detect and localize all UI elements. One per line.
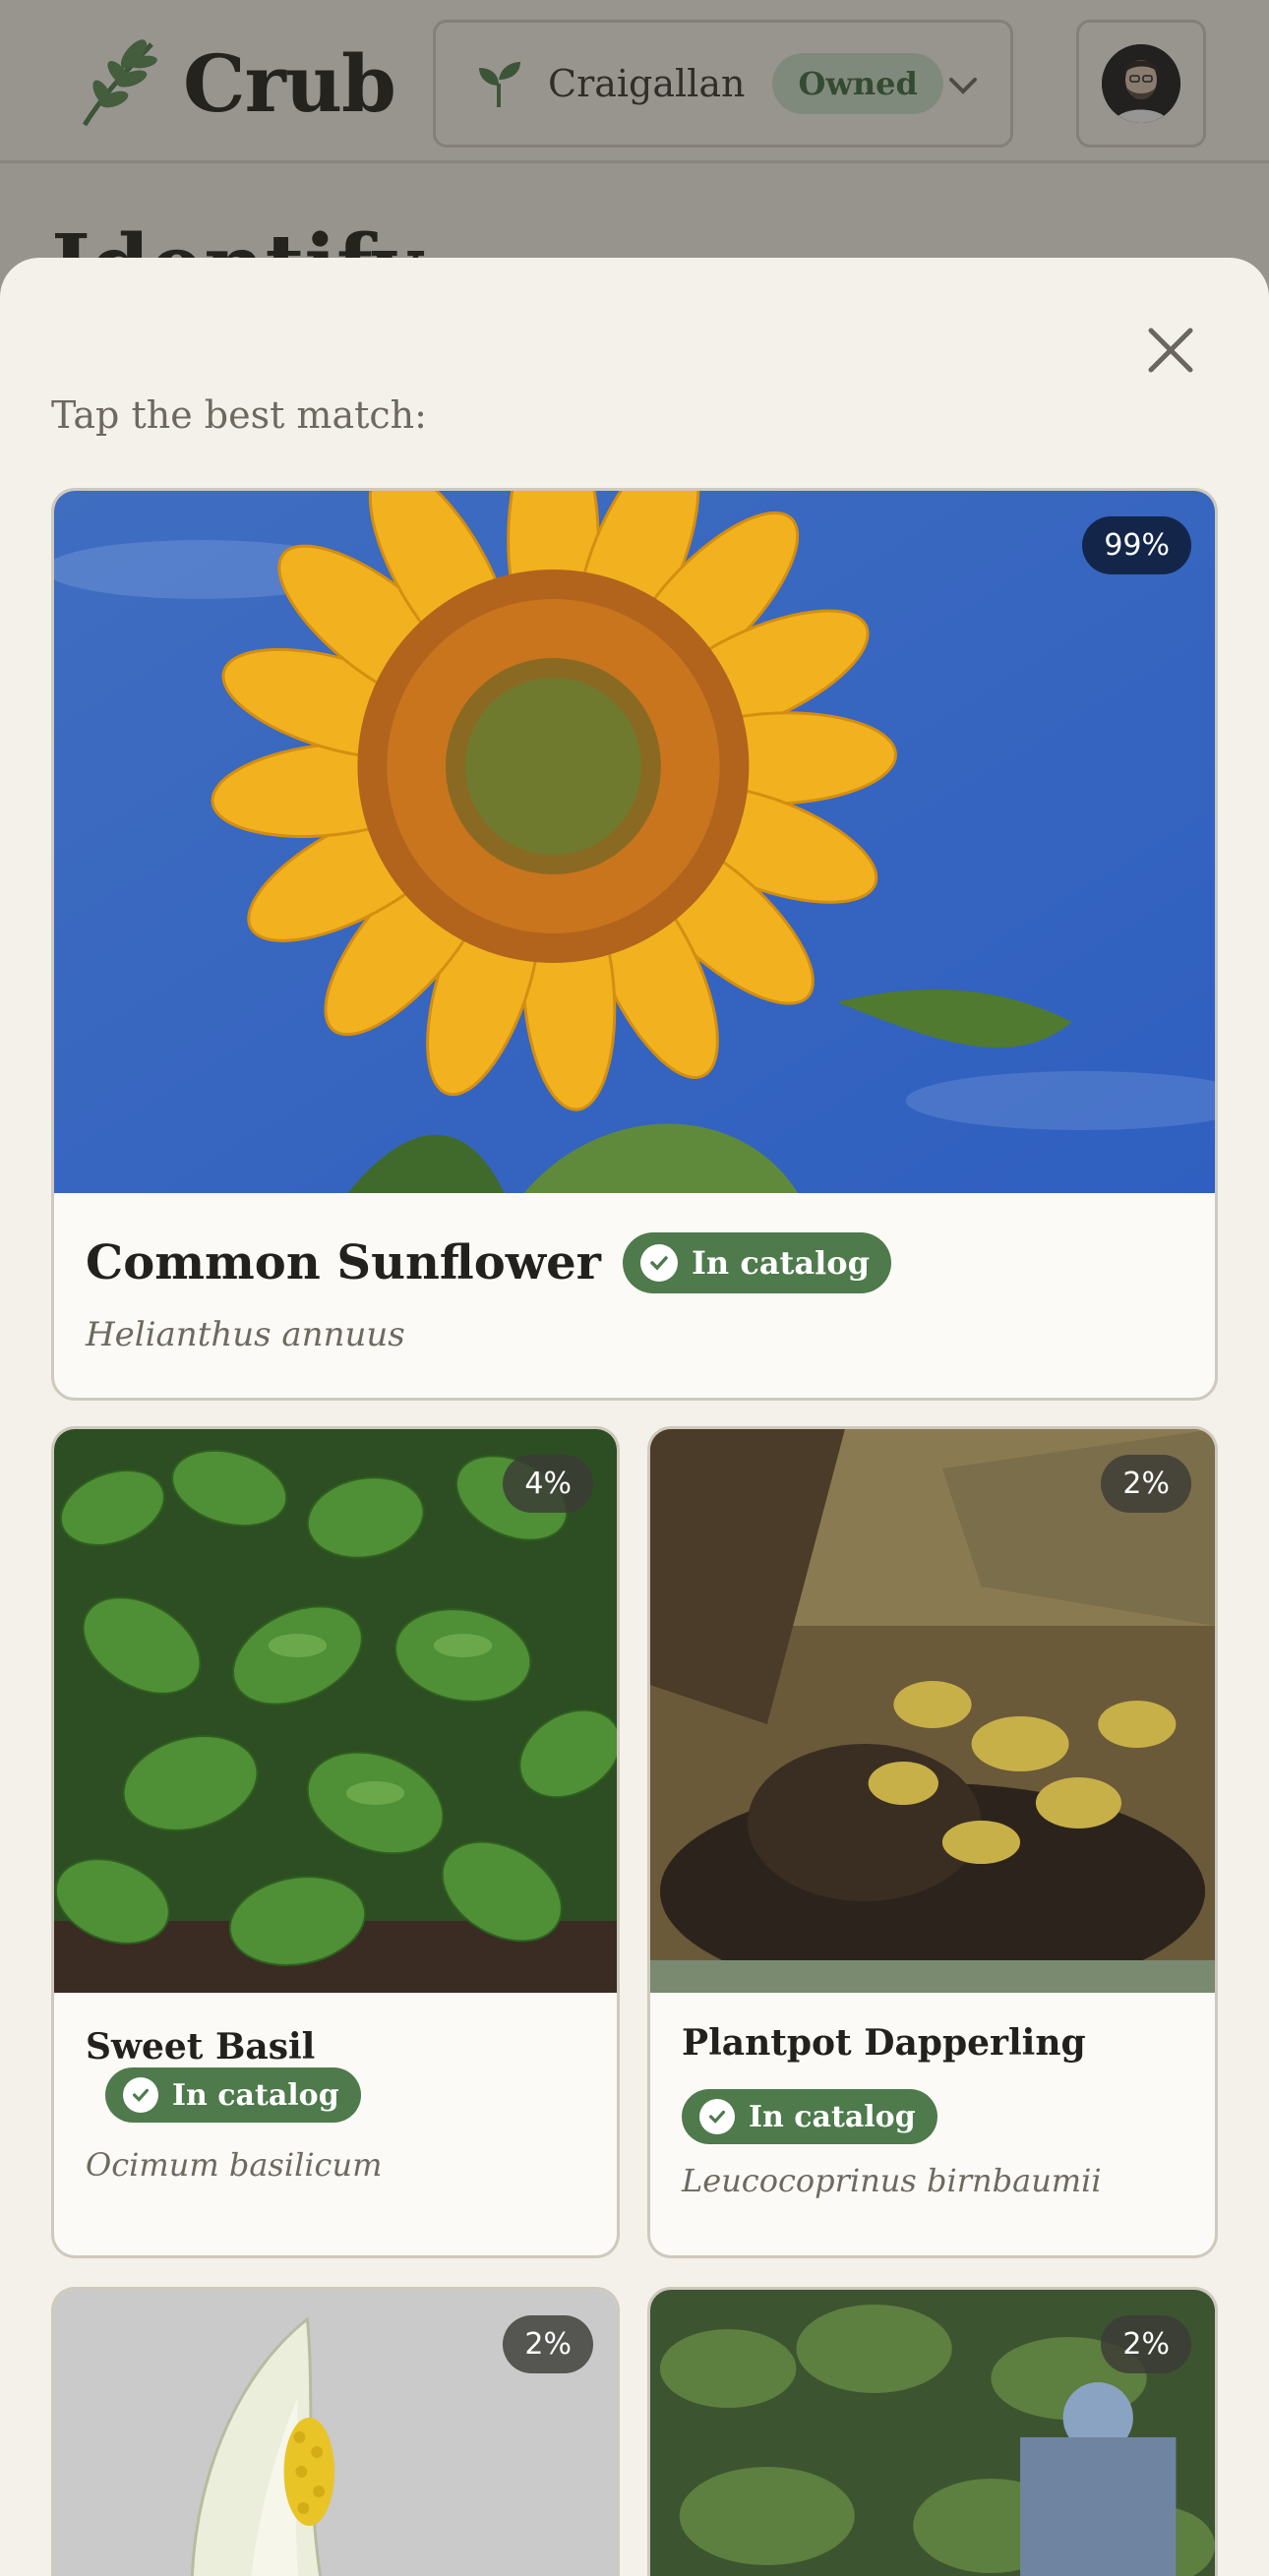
match-card[interactable]: 2% xyxy=(647,2287,1218,2576)
plant-name: Common Sunflower xyxy=(86,1235,601,1290)
catalog-label: In catalog xyxy=(749,2099,916,2134)
match-card-details[interactable]: Plantpot Dapperling In catalog Leucocoprin… xyxy=(647,1993,1218,2258)
in-catalog-badge: In catalog xyxy=(105,2067,361,2123)
scientific-name: Ocimum basilicum xyxy=(86,2146,383,2184)
confidence-badge: 2% xyxy=(1101,2315,1191,2373)
match-card[interactable]: 4% xyxy=(51,1426,620,1995)
match-card-top[interactable]: 99% Common Sunflower In catalog Helianth… xyxy=(51,488,1218,1401)
confidence-badge: 2% xyxy=(1101,1455,1191,1513)
check-circle-icon xyxy=(699,2099,735,2134)
potted-plant-photo: 2% xyxy=(650,2290,1215,2576)
catalog-label: In catalog xyxy=(691,1244,870,1282)
catalog-label: In catalog xyxy=(172,2077,339,2113)
check-circle-icon xyxy=(123,2077,158,2113)
confidence-badge: 99% xyxy=(1082,516,1191,574)
basil-photo: 4% xyxy=(54,1429,617,1995)
scientific-name: Helianthus annuus xyxy=(86,1315,405,1354)
close-icon[interactable] xyxy=(1143,323,1198,378)
match-card[interactable]: 2% xyxy=(51,2287,620,2576)
in-catalog-badge: In catalog xyxy=(682,2089,937,2144)
check-circle-icon xyxy=(639,1244,678,1282)
identify-results-sheet: Tap the best match: 99% Common Sunflower… xyxy=(0,258,1269,2576)
confidence-badge: 2% xyxy=(503,2315,593,2373)
match-card-details[interactable]: Sweet Basil In catalog Ocimum basilicum xyxy=(51,1993,620,2258)
plant-name: Sweet Basil xyxy=(86,2026,316,2067)
match-card[interactable]: 2% xyxy=(647,1426,1218,1995)
mushroom-pot-photo: 2% xyxy=(650,1429,1215,1995)
plant-name: Plantpot Dapperling xyxy=(682,2022,1086,2064)
sunflower-photo: 99% xyxy=(54,491,1215,1193)
peace-lily-photo: 2% xyxy=(54,2290,617,2576)
prompt-text: Tap the best match: xyxy=(51,393,427,437)
in-catalog-badge: In catalog xyxy=(622,1232,891,1293)
confidence-badge: 4% xyxy=(503,1455,593,1513)
scientific-name: Leucocoprinus birnbaumii xyxy=(682,2162,1102,2199)
